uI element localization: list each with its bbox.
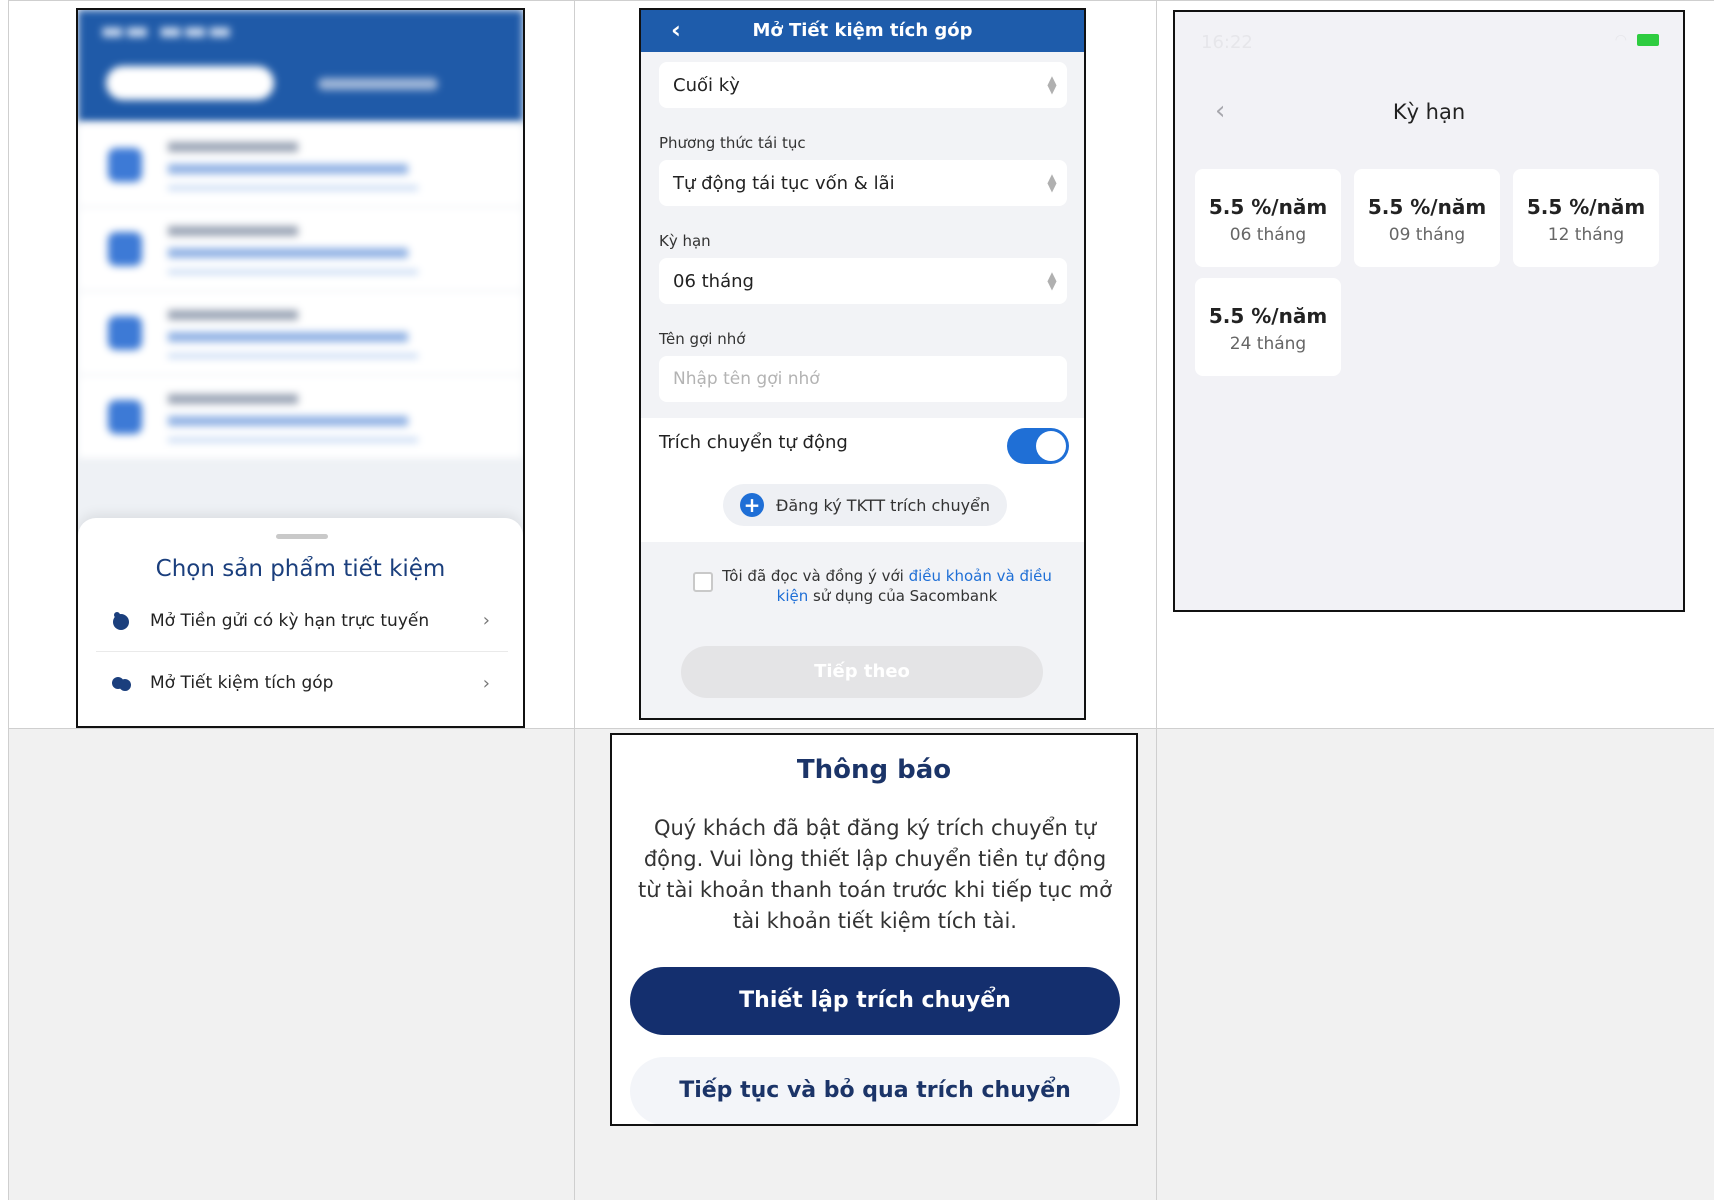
term-duration: 09 tháng [1388, 225, 1466, 245]
chevron-right-icon: › [482, 672, 490, 694]
select-arrows-icon: ▲ ▼ [1047, 269, 1057, 292]
term-option-card[interactable]: 5.5 %/năm 12 tháng [1513, 169, 1659, 267]
option-term-deposit[interactable]: Mở Tiền gửi có kỳ hạn trực tuyến › [96, 590, 508, 652]
term-rate: 5.5 %/năm [1208, 195, 1328, 219]
cell-term-picker: 16:22 ◠ ‹ Kỳ hạn 5.5 %/năm 06 tháng 5.5 … [1156, 0, 1714, 728]
auto-transfer-label: Trích chuyển tự động [659, 432, 848, 453]
bottom-sheet: Chọn sản phẩm tiết kiệm Mở Tiền gửi có k… [78, 518, 523, 726]
term-rate: 5.5 %/năm [1526, 195, 1646, 219]
terms-checkbox[interactable] [693, 572, 713, 592]
dialog-message: Quý khách đã bật đăng ký trích chuyển tự… [638, 816, 1112, 933]
blurred-tab [318, 78, 438, 90]
toggle-knob [1036, 431, 1066, 461]
cell-product-select: ▬▬ ▬▬▬ Chọn sản phẩm tiết kiệm Mở Tiền g… [8, 0, 574, 728]
savings-icon [112, 677, 131, 691]
term-rate: 5.5 %/năm [1208, 304, 1328, 328]
sheet-title: Chọn sản phẩm tiết kiệm [155, 556, 446, 582]
field-label: Kỳ hạn [659, 232, 711, 250]
list-item [78, 208, 523, 290]
cell-notice-dialog: Thông báo Quý khách đã bật đăng ký trích… [574, 728, 1156, 1200]
dialog-title: Thông báo [796, 755, 952, 785]
option-accumulated-savings[interactable]: Mở Tiết kiệm tích góp › [96, 652, 508, 714]
terms-prefix: Tôi đã đọc và đồng ý với [722, 567, 909, 585]
option-label: Mở Tiền gửi có kỳ hạn trực tuyến [150, 610, 430, 631]
terms-suffix: sử dụng của Sacombank [808, 587, 998, 605]
select-value: Tự động tái tục vốn & lãi [673, 172, 895, 194]
nav-bar: ‹ Mở Tiết kiệm tích góp [641, 10, 1084, 52]
term-duration: 24 tháng [1229, 334, 1307, 354]
auto-transfer-section: Trích chuyển tự động + Đăng ký TKTT tríc… [641, 418, 1084, 542]
cell-open-savings-form: ‹ Mở Tiết kiệm tích góp Cuối kỳ ▲ ▼ Phươn… [574, 0, 1156, 728]
input-placeholder: Nhập tên gợi nhớ [673, 369, 820, 389]
list-item [78, 292, 523, 374]
wifi-icon: ◠ [1614, 32, 1627, 48]
chevron-right-icon: › [482, 610, 490, 631]
select-arrows-icon: ▲ ▼ [1047, 171, 1057, 194]
plus-circle-icon: + [739, 493, 764, 517]
renewal-method-select[interactable]: Tự động tái tục vốn & lãi ▲ ▼ [659, 160, 1067, 206]
term-select[interactable]: 06 tháng ▲ ▼ [659, 258, 1067, 304]
list-item [78, 376, 523, 458]
blurred-account-list [78, 122, 523, 522]
page-title: Kỳ hạn [1392, 100, 1466, 124]
setup-transfer-button[interactable]: Thiết lập trích chuyển [630, 967, 1120, 1035]
term-option-card[interactable]: 5.5 %/năm 24 tháng [1195, 278, 1341, 376]
option-label: Mở Tiết kiệm tích góp [150, 673, 334, 693]
select-value: Cuối kỳ [673, 74, 740, 96]
term-duration: 06 tháng [1229, 225, 1307, 245]
nickname-input[interactable]: Nhập tên gợi nhớ [659, 356, 1067, 402]
register-label: Đăng ký TKTT trích chuyển [775, 495, 991, 515]
blurred-header: ▬▬ ▬▬▬ [78, 10, 523, 122]
select-arrows-icon: ▲ ▼ [1047, 73, 1057, 96]
next-button[interactable]: Tiếp theo [681, 646, 1043, 698]
skip-transfer-button[interactable]: Tiếp tục và bỏ qua trích chuyển [630, 1057, 1120, 1124]
term-rate: 5.5 %/năm [1367, 195, 1487, 219]
field-label: Tên gợi nhớ [659, 330, 746, 348]
status-time: 16:22 [1201, 32, 1253, 53]
interest-method-select[interactable]: Cuối kỳ ▲ ▼ [659, 62, 1067, 108]
auto-transfer-toggle[interactable] [1007, 428, 1069, 464]
phone-screen-open-savings: ‹ Mở Tiết kiệm tích góp Cuối kỳ ▲ ▼ Phươn… [639, 8, 1086, 720]
term-duration: 12 tháng [1547, 225, 1625, 245]
list-item [78, 124, 523, 206]
piggy-bank-icon [113, 611, 129, 630]
empty-cell [8, 728, 574, 1200]
term-option-card[interactable]: 5.5 %/năm 09 tháng [1354, 169, 1500, 267]
blurred-title: ▬▬ ▬▬▬ [100, 16, 232, 46]
terms-text: Tôi đã đọc và đồng ý với điều khoản và đ… [721, 566, 1053, 606]
term-option-card[interactable]: 5.5 %/năm 06 tháng [1195, 169, 1341, 267]
sheet-handle[interactable] [276, 534, 328, 539]
notice-dialog: Thông báo Quý khách đã bật đăng ký trích… [610, 733, 1138, 1126]
select-value: 06 tháng [673, 270, 754, 292]
phone-screen-product-select: ▬▬ ▬▬▬ Chọn sản phẩm tiết kiệm Mở Tiền g… [76, 8, 525, 728]
phone-screen-term-picker: 16:22 ◠ ‹ Kỳ hạn 5.5 %/năm 06 tháng 5.5 … [1173, 10, 1685, 612]
page-title: Mở Tiết kiệm tích góp [752, 20, 973, 41]
empty-cell [1156, 728, 1714, 1200]
battery-icon [1637, 34, 1659, 46]
field-label: Phương thức tái tục [659, 134, 806, 152]
register-account-button[interactable]: + Đăng ký TKTT trích chuyển [723, 484, 1007, 526]
blurred-tab-pill [106, 66, 274, 100]
layout-table: ▬▬ ▬▬▬ Chọn sản phẩm tiết kiệm Mở Tiền g… [8, 0, 1714, 1200]
